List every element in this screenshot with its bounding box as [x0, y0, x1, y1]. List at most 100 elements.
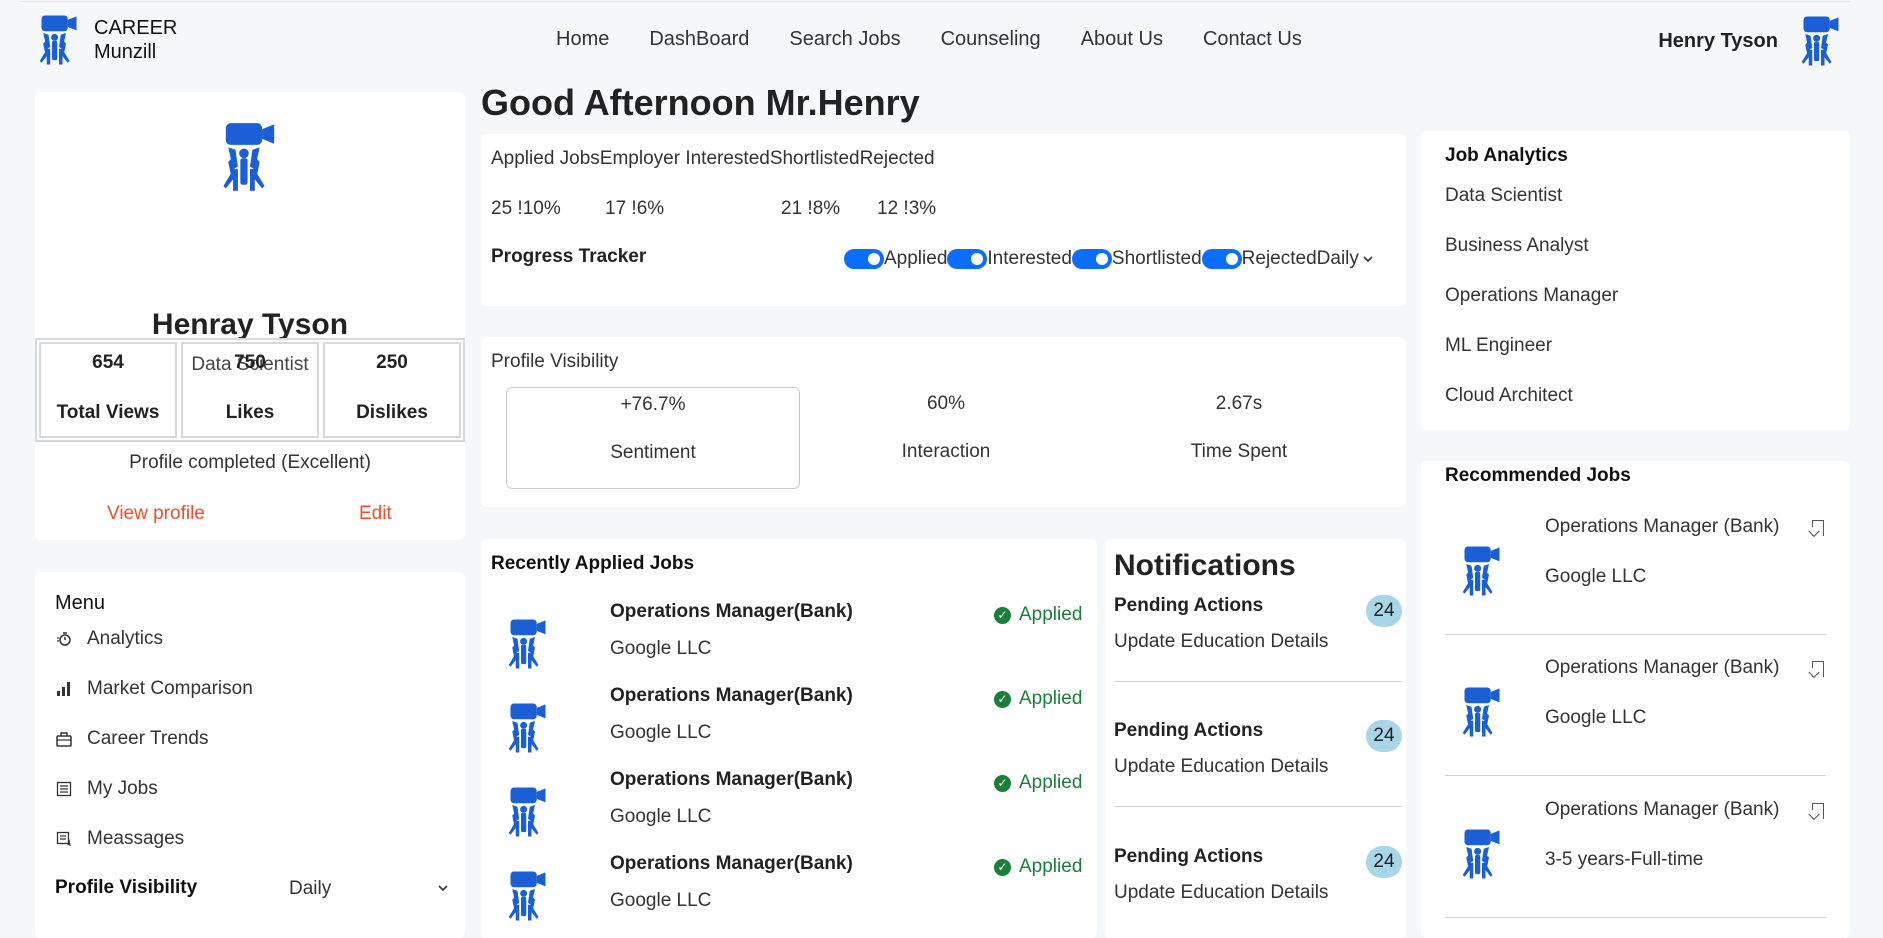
progress-tracker-label: Progress Tracker [491, 246, 647, 267]
menu-item-label: Meassages [87, 828, 185, 849]
menu-item-career-trends[interactable]: Career Trends [55, 728, 208, 750]
brand-name: CAREER Munzill [94, 16, 177, 64]
nav-home[interactable]: Home [556, 28, 609, 51]
job-company: Google LLC [1545, 566, 1647, 587]
analytics-item[interactable]: Business Analyst [1445, 235, 1589, 257]
metric-time-spent[interactable]: 2.67s Time Spent [1092, 387, 1386, 489]
bookmark-icon[interactable] [1812, 520, 1824, 536]
menu-item-market-comparison[interactable]: Market Comparison [55, 678, 253, 700]
nav-counseling[interactable]: Counseling [941, 28, 1041, 51]
metric-sentiment[interactable]: +76.7% Sentiment [506, 387, 800, 489]
job-company: Google LLC [610, 722, 712, 743]
nav-contact-us[interactable]: Contact Us [1203, 28, 1302, 51]
user-menu[interactable]: Henry Tyson [1658, 12, 1842, 70]
job-title: Operations Manager(Bank) [610, 601, 853, 622]
analytics-item[interactable]: Operations Manager [1445, 285, 1618, 307]
toggle-applied[interactable] [844, 249, 884, 269]
status-badge: ✓ Applied [994, 772, 1082, 794]
check-icon: ✓ [994, 774, 1011, 792]
profile-avatar-icon [221, 118, 279, 196]
analytics-item[interactable]: Data Scientist [1445, 185, 1562, 207]
company-logo-icon [1461, 825, 1503, 883]
menu-item-label: Analytics [87, 628, 164, 649]
divider [1114, 806, 1402, 807]
job-company: Google LLC [610, 890, 712, 911]
job-title: Operations Manager(Bank) [610, 769, 853, 790]
check-icon: ✓ [994, 690, 1011, 708]
job-title: Operations Manager (Bank) [1545, 799, 1780, 820]
recommended-job-item[interactable]: Operations Manager (Bank) Google LLC [1445, 657, 1826, 799]
notification-heading: Pending Actions [1114, 846, 1264, 867]
check-icon: ✓ [994, 858, 1011, 876]
period-value: Daily [1316, 248, 1359, 269]
metric-value: +76.7% [620, 394, 686, 415]
notifications-title: Notifications [1114, 549, 1296, 582]
notification-count-badge: 24 [1366, 846, 1402, 878]
job-title: Operations Manager (Bank) [1545, 516, 1780, 537]
divider [1114, 681, 1402, 682]
notification-item[interactable]: Pending Actions Update Education Details… [1114, 846, 1402, 938]
profile-visibility-label: Profile Visibility [55, 877, 198, 898]
bookmark-icon[interactable] [1812, 803, 1824, 819]
stat-likes: 750 Likes [181, 342, 319, 438]
company-logo-icon [507, 783, 549, 841]
divider [1445, 634, 1826, 635]
job-company: Google LLC [610, 806, 712, 827]
notification-item[interactable]: Pending Actions Update Education Details… [1114, 720, 1402, 826]
job-company: Google LLC [1545, 707, 1647, 728]
period-dropdown[interactable]: Daily [1317, 248, 1373, 270]
main-nav: Home DashBoard Search Jobs Counseling Ab… [556, 28, 1342, 51]
menu-item-messages[interactable]: Meassages [55, 828, 184, 850]
bar-chart-icon [55, 680, 73, 698]
menu-item-analytics[interactable]: Analytics [55, 628, 163, 650]
user-avatar-icon [1800, 12, 1842, 70]
toggle-shortlisted[interactable] [1071, 249, 1112, 269]
stat-value: 250 [376, 352, 408, 373]
nav-dashboard[interactable]: DashBoard [649, 28, 749, 51]
toggle-interested[interactable] [947, 249, 988, 269]
status-badge: ✓ Applied [994, 688, 1082, 710]
top-navbar: CAREER Munzill Home DashBoard Search Job… [20, 1, 1850, 79]
menu-title: Menu [55, 592, 106, 614]
recent-job-item[interactable]: Operations Manager(Bank) Google LLC ✓ App… [481, 853, 1097, 933]
toggle-rejected[interactable] [1201, 249, 1242, 269]
notifications-card: Notifications Pending Actions Update Edu… [1105, 539, 1406, 938]
profile-name: Henray Tyson [151, 308, 349, 341]
edit-profile-link[interactable]: Edit [359, 503, 392, 525]
recent-job-item[interactable]: Operations Manager(Bank) Google LLC ✓ App… [481, 685, 1097, 765]
check-icon: ✓ [994, 606, 1011, 624]
metric-interaction[interactable]: 60% Interaction [799, 387, 1093, 489]
analytics-item[interactable]: Cloud Architect [1445, 385, 1573, 407]
job-analytics-card: Job Analytics Data Scientist Business An… [1421, 131, 1850, 430]
recommended-job-item[interactable]: Operations Manager (Bank) Google LLC [1445, 516, 1826, 658]
brand[interactable]: CAREER Munzill [38, 12, 177, 68]
company-logo-icon [507, 867, 549, 925]
menu-item-my-jobs[interactable]: My Jobs [55, 778, 158, 800]
job-title: Operations Manager(Bank) [610, 685, 853, 706]
stat-applied-value: 25 !10% [491, 198, 561, 219]
company-logo-icon [507, 615, 549, 673]
stat-label: Likes [225, 402, 275, 423]
view-profile-link[interactable]: View profile [107, 503, 205, 525]
notification-heading: Pending Actions [1114, 720, 1264, 741]
profile-visibility-select[interactable]: Daily [289, 878, 449, 900]
job-stats-headings: Applied JobsEmployer InterestedShortlist… [491, 148, 935, 169]
job-title: Operations Manager (Bank) [1545, 657, 1780, 678]
recent-job-item[interactable]: Operations Manager(Bank) Google LLC ✓ App… [481, 769, 1097, 849]
bookmark-icon[interactable] [1812, 661, 1824, 677]
nav-search-jobs[interactable]: Search Jobs [789, 28, 900, 51]
divider [1445, 775, 1826, 776]
briefcase-icon [55, 730, 73, 748]
nav-about-us[interactable]: About Us [1081, 28, 1163, 51]
recommended-title: Recommended Jobs [1445, 465, 1631, 486]
recent-job-item[interactable]: Operations Manager(Bank) Google LLC ✓ App… [481, 601, 1097, 681]
recommended-job-item[interactable]: Operations Manager (Bank) 3-5 years-Full… [1445, 799, 1826, 938]
metric-value: 60% [926, 393, 966, 414]
analytics-item[interactable]: ML Engineer [1445, 335, 1552, 357]
stat-interested-value: 17 !6% [605, 198, 665, 219]
status-label: Applied [1019, 688, 1083, 709]
notification-text: Update Education Details [1114, 882, 1329, 903]
page-greeting: Good Afternoon Mr.Henry [481, 82, 920, 123]
notification-item[interactable]: Pending Actions Update Education Details… [1114, 595, 1402, 701]
company-logo-icon [1461, 683, 1503, 741]
